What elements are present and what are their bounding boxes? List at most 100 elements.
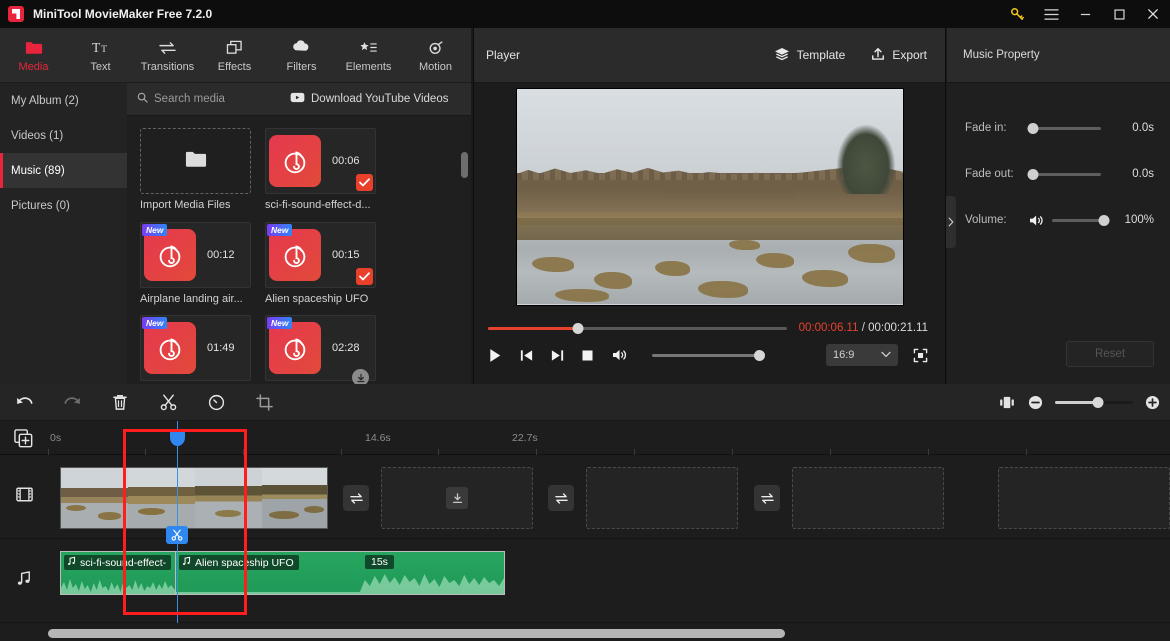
volume-property-slider[interactable] [1052,214,1110,226]
close-icon[interactable] [1136,0,1170,28]
category-my-album[interactable]: My Album (2) [0,83,127,118]
placeholder-slot[interactable] [792,467,944,529]
fade-out-value: 0.0s [1132,168,1154,180]
speed-icon[interactable] [192,384,240,421]
fade-out-slider[interactable] [1027,168,1101,180]
zoom-in-icon[interactable] [1145,395,1160,410]
tab-text[interactable]: TT Text [67,28,134,83]
tab-transitions[interactable]: Transitions [134,28,201,83]
crop-icon[interactable] [240,384,288,421]
tab-media[interactable]: Media [0,28,67,83]
maximize-icon[interactable] [1102,0,1136,28]
split-clip-button[interactable] [166,526,188,544]
import-media-tile[interactable] [140,128,251,194]
playhead-handle[interactable] [170,429,185,446]
split-scissors-icon[interactable] [144,384,192,421]
previous-frame-icon[interactable] [519,343,550,367]
folder-icon [185,150,207,173]
download-slot-icon[interactable] [446,487,468,509]
category-music[interactable]: Music (89) [0,153,127,188]
placeholder-slot[interactable] [381,467,533,529]
zoom-handle[interactable] [1092,396,1104,408]
fade-in-value: 0.0s [1132,122,1154,134]
aspect-ratio-select[interactable]: 16:9 [826,344,898,366]
aspect-ratio-value: 16:9 [833,349,855,361]
volume-icon[interactable] [612,343,643,367]
placeholder-slot[interactable] [586,467,738,529]
hamburger-menu-icon[interactable] [1034,0,1068,28]
fade-out-handle[interactable] [1027,168,1039,180]
tab-motion[interactable]: Motion [402,28,469,83]
reset-button[interactable]: Reset [1066,341,1154,367]
add-media-icon[interactable] [14,429,33,453]
audio-clip-label: Alien spaceship UFO [179,555,299,570]
delete-icon[interactable] [96,384,144,421]
media-item[interactable]: 00:06 sci-fi-sound-effect-d... [265,128,376,214]
audio-clip-label: sci-fi-sound-effect- [64,555,172,570]
fullscreen-icon[interactable] [898,344,928,366]
timeline-toolbar [0,384,1170,421]
undo-icon[interactable] [0,384,48,421]
transition-icon[interactable] [548,485,574,511]
media-thumbnail[interactable]: 00:06 [265,128,376,194]
play-icon[interactable] [488,343,519,367]
timeline-scrollbar[interactable] [48,629,785,638]
svg-text:T: T [92,40,101,55]
next-frame-icon[interactable] [550,343,581,367]
media-item[interactable]: New 02:28 [265,315,376,384]
audio-clip[interactable]: sci-fi-sound-effect- [60,551,175,595]
media-thumbnail[interactable]: New 00:15 [265,221,376,288]
media-item[interactable]: New 00:15 Alien spaceship UFO [265,221,376,308]
key-icon[interactable] [1000,0,1034,28]
category-videos[interactable]: Videos (1) [0,118,127,153]
download-youtube-button[interactable]: Download YouTube Videos [290,92,448,106]
placeholder-slot[interactable] [998,467,1170,529]
panel-collapse-handle[interactable] [946,196,956,248]
seek-handle[interactable] [572,322,584,334]
volume-handle[interactable] [754,349,765,361]
tab-elements-label: Elements [345,60,392,73]
property-footer: Reset [947,324,1170,384]
fade-in-slider[interactable] [1027,122,1101,134]
media-item[interactable]: New 00:12 Airplane landing air... [140,221,251,308]
template-button[interactable]: Template [774,47,845,64]
media-thumbnail[interactable]: New 01:49 [140,315,251,382]
video-preview[interactable] [515,87,904,306]
volume-icon[interactable] [1029,214,1045,227]
playhead[interactable] [170,421,185,623]
tab-elements[interactable]: Elements [335,28,402,83]
tab-effects[interactable]: Effects [201,28,268,83]
transition-icon[interactable] [343,485,369,511]
volume-value: 100% [1124,214,1154,226]
tab-filters[interactable]: Filters [268,28,335,83]
search-icon [137,90,148,108]
category-label: My Album (2) [11,94,79,107]
volume-slider[interactable] [652,349,765,361]
fade-in-handle[interactable] [1027,122,1039,134]
volume-property-handle[interactable] [1098,214,1110,226]
stop-icon[interactable] [581,343,612,367]
media-thumbnail[interactable]: New 02:28 [265,315,376,384]
media-item[interactable]: New 01:49 [140,315,251,384]
tab-motion-label: Motion [418,60,453,73]
search-input[interactable] [154,93,264,105]
transition-icon[interactable] [754,485,780,511]
media-scrollbar[interactable] [461,152,468,384]
filters-icon [292,39,311,56]
media-thumbnail[interactable]: New 00:12 [140,221,251,288]
audio-clip[interactable]: Alien spaceship UFO 15s [175,551,505,595]
category-pictures[interactable]: Pictures (0) [0,188,127,223]
zoom-slider[interactable] [1055,396,1133,408]
fit-timeline-icon[interactable] [998,395,1016,410]
zoom-out-icon[interactable] [1028,395,1043,410]
import-media-cell[interactable]: Import Media Files [140,128,251,214]
minimize-icon[interactable] [1068,0,1102,28]
search-media-box[interactable] [137,90,264,108]
seek-bar[interactable] [488,322,787,334]
music-note-icon [269,135,321,187]
download-item-icon[interactable] [352,369,369,384]
video-clip[interactable] [60,467,328,529]
export-button[interactable]: Export [871,47,927,64]
video-track-body [48,455,1170,538]
redo-icon[interactable] [48,384,96,421]
